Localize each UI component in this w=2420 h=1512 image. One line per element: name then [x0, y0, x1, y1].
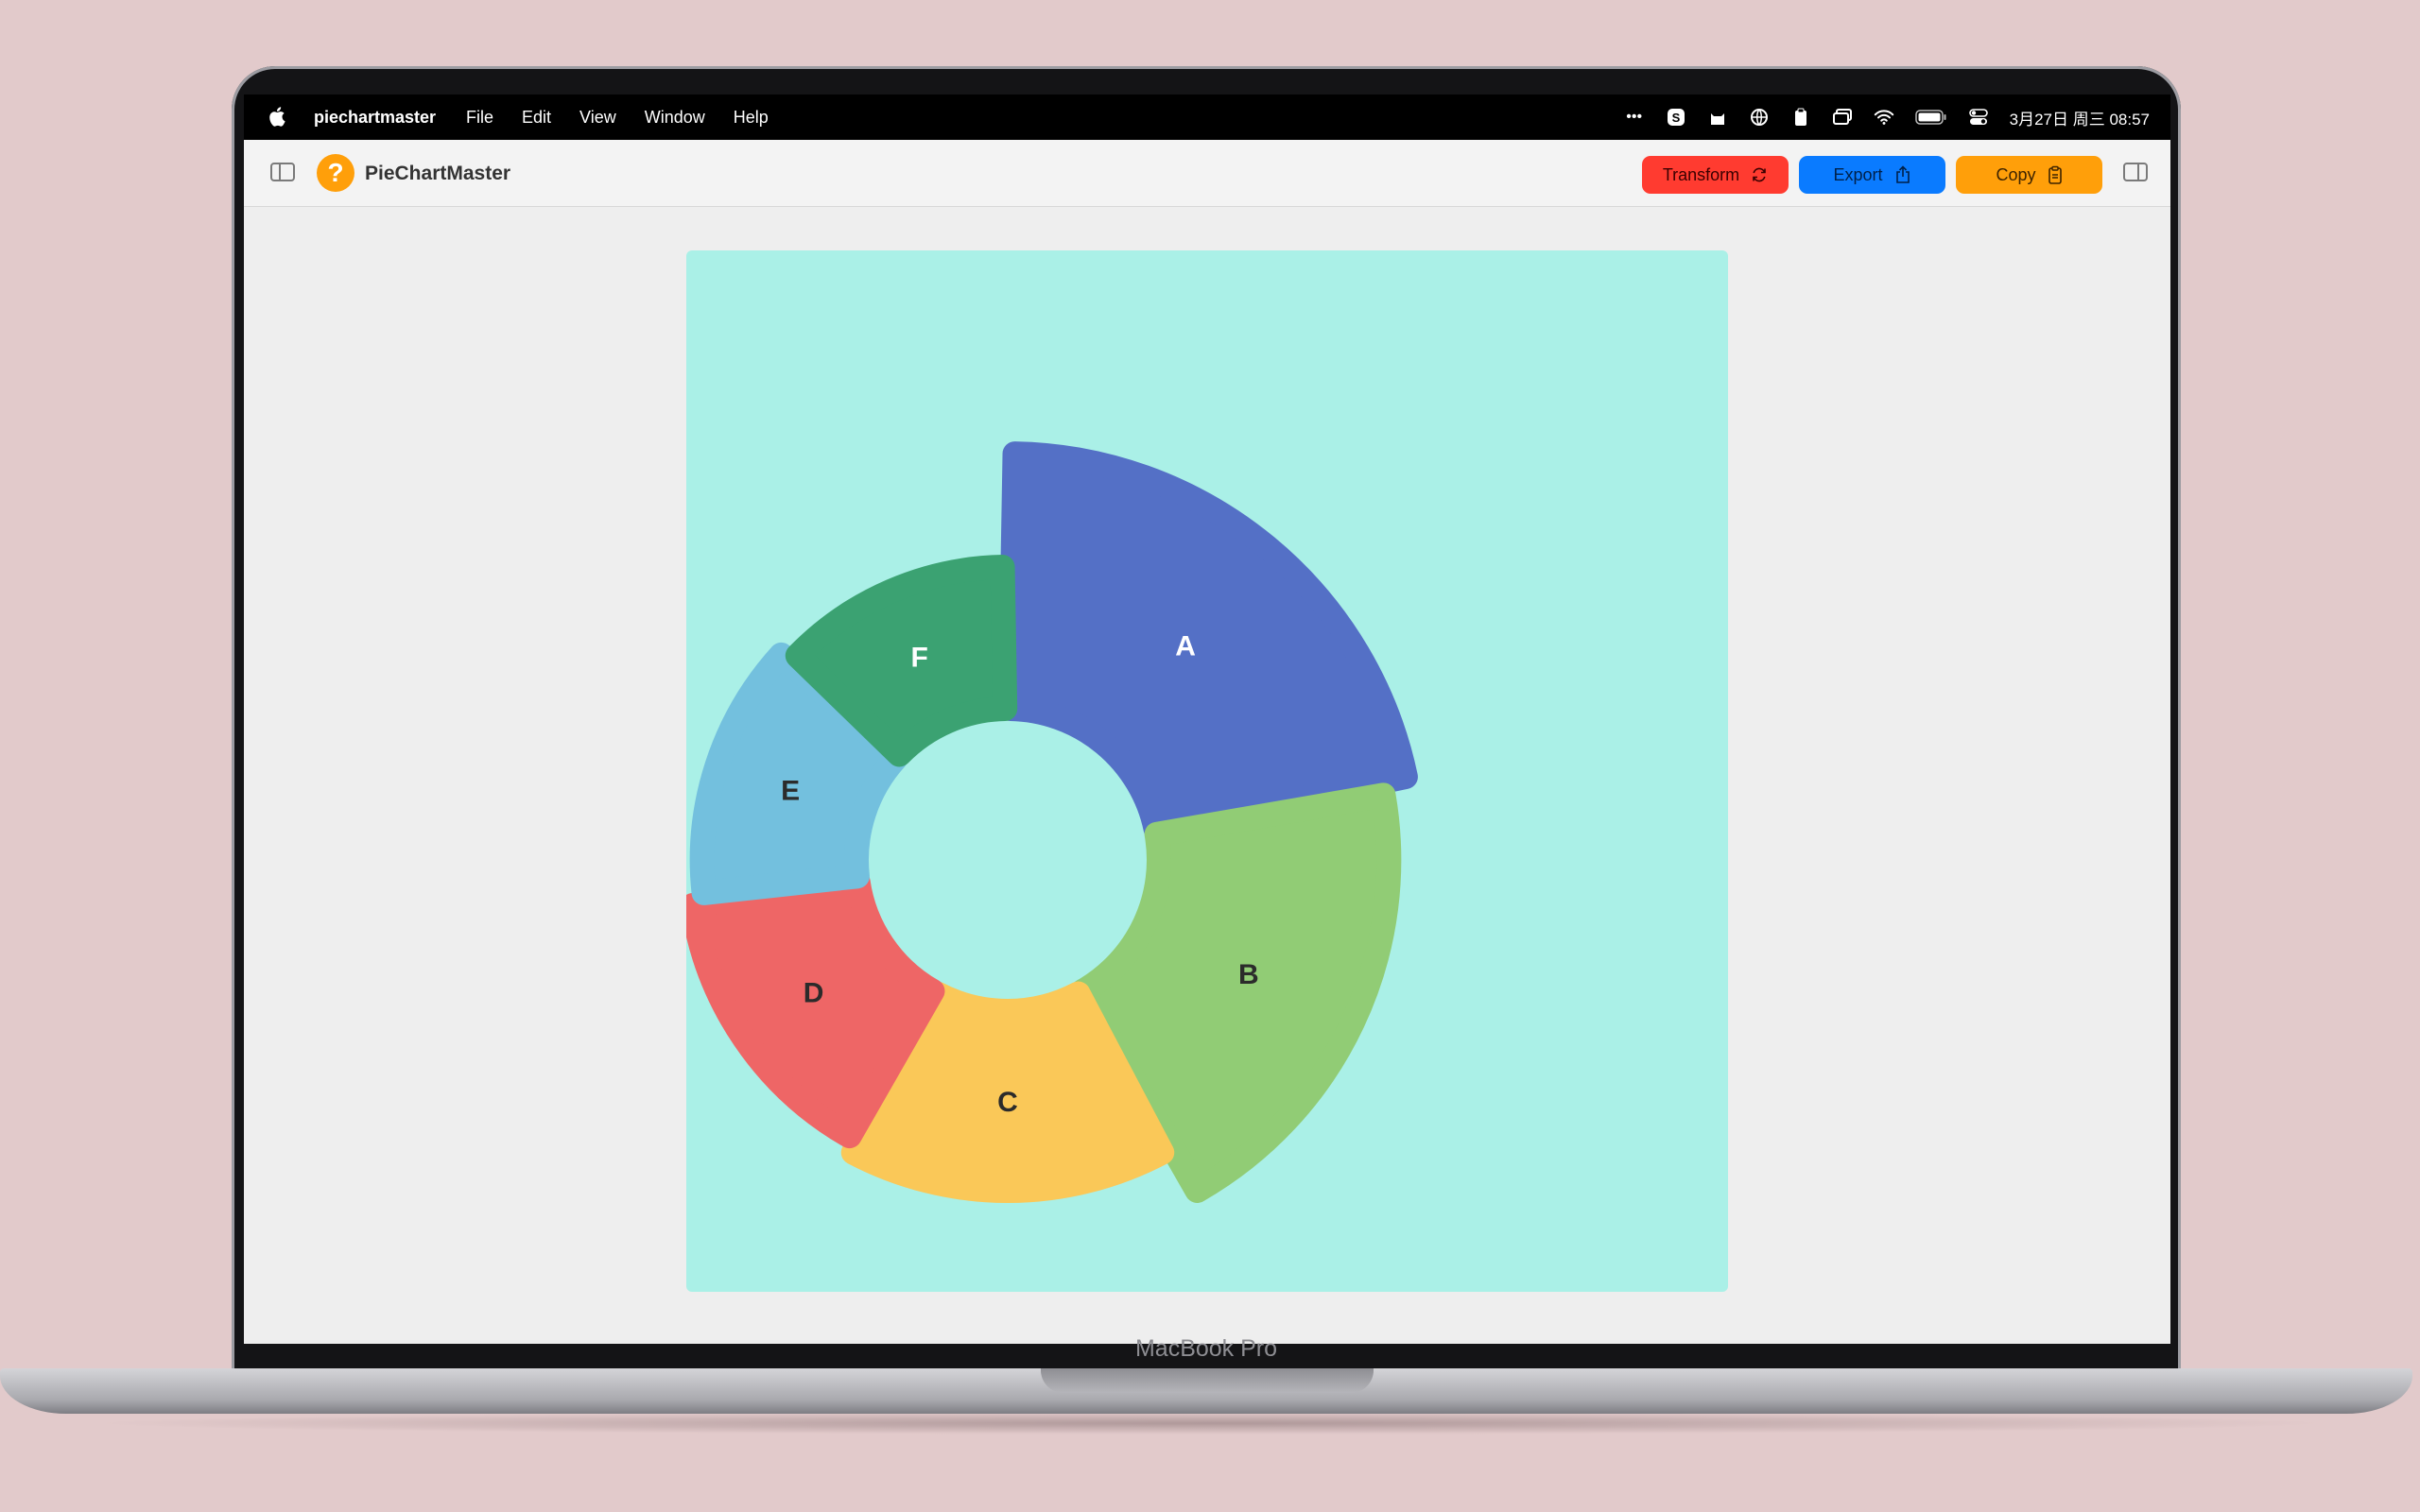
slice-label-d: D: [804, 978, 824, 1009]
transform-button[interactable]: Transform: [1642, 156, 1789, 194]
wifi-icon[interactable]: [1874, 107, 1894, 128]
window-icon[interactable]: [1832, 107, 1853, 128]
svg-text:S: S: [1671, 111, 1680, 125]
donut-chart: A B C D E F: [686, 441, 1418, 1203]
menu-edit[interactable]: Edit: [522, 108, 551, 128]
menu-file[interactable]: File: [466, 108, 493, 128]
slice-label-c: C: [997, 1087, 1018, 1118]
app-menu[interactable]: piechartmaster: [314, 108, 436, 128]
export-button[interactable]: Export: [1799, 156, 1945, 194]
battery-icon[interactable]: [1914, 107, 1947, 128]
device-brand-label: MacBook Pro: [1134, 1335, 1278, 1362]
clipboard-icon[interactable]: [1790, 107, 1811, 128]
menu-view[interactable]: View: [579, 108, 616, 128]
app-logo-icon: ?: [317, 154, 354, 192]
menu-bar: piechartmaster File Edit View Window Hel…: [244, 94, 2170, 140]
chart-canvas: A B C D E F: [686, 250, 1728, 1292]
copy-button[interactable]: Copy: [1956, 156, 2102, 194]
menu-help[interactable]: Help: [734, 108, 769, 128]
slice-label-f: F: [911, 642, 928, 673]
clipboard-copy-icon: [2048, 165, 2062, 184]
slice-label-a: A: [1175, 631, 1196, 662]
menubar-clock[interactable]: 3月27日 周三 08:57: [2010, 106, 2150, 129]
chart-slices: [686, 441, 1418, 1203]
inspector-toggle-icon[interactable]: [2123, 163, 2148, 181]
export-label: Export: [1833, 164, 1883, 184]
copy-label: Copy: [1996, 164, 2036, 184]
refresh-icon: [1753, 167, 1766, 182]
slice-label-e: E: [781, 775, 800, 806]
status-area: ••• S 3月27日 周三 08:57: [1624, 104, 2150, 130]
menu-list: File Edit View Window Help: [466, 108, 769, 128]
more-icon[interactable]: •••: [1624, 107, 1645, 128]
laptop-shadow: [85, 1412, 2335, 1435]
transform-label: Transform: [1662, 164, 1740, 184]
cat-icon[interactable]: [1707, 107, 1728, 128]
app-title: PieChartMaster: [365, 163, 511, 184]
slice-a[interactable]: [997, 441, 1418, 842]
sidebar-toggle-icon[interactable]: [270, 163, 295, 181]
skype-icon[interactable]: S: [1666, 107, 1686, 128]
app-toolbar: ? PieChartMaster Transform Export Copy: [244, 140, 2170, 207]
screen: piechartmaster File Edit View Window Hel…: [244, 94, 2170, 1344]
menu-window[interactable]: Window: [645, 108, 705, 128]
share-icon: [1895, 165, 1910, 183]
slice-label-b: B: [1238, 959, 1259, 990]
control-center-icon[interactable]: [1968, 107, 1989, 128]
globe-icon[interactable]: [1749, 107, 1770, 128]
laptop-notch: [1041, 1368, 1374, 1393]
apple-icon[interactable]: [268, 106, 287, 127]
